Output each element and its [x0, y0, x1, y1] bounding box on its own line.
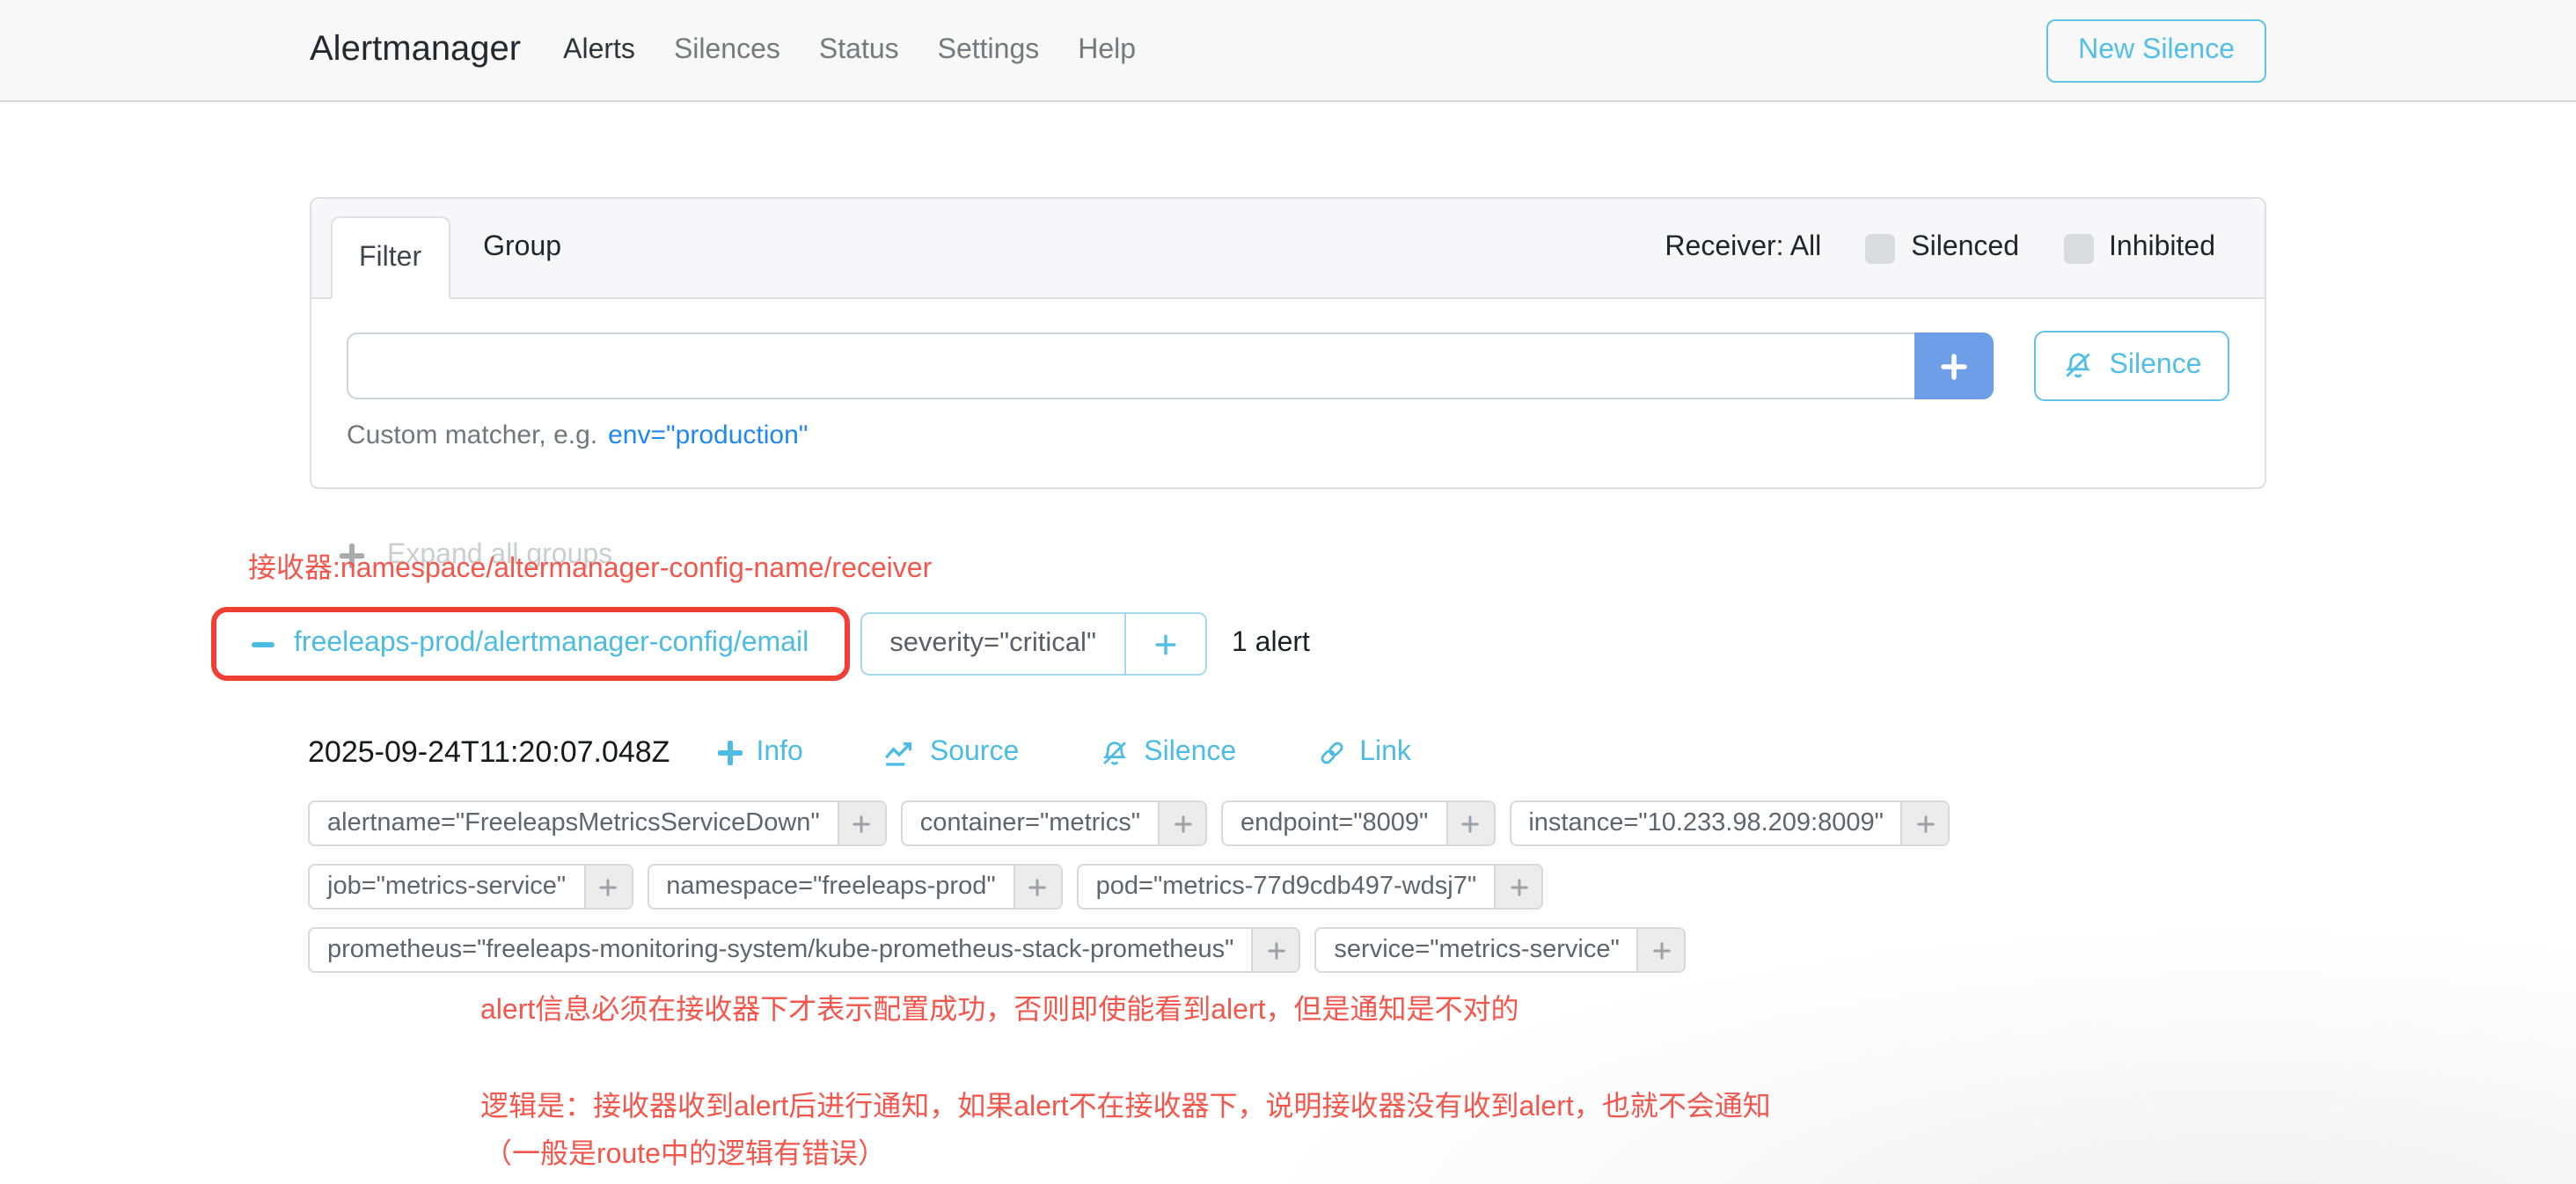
- helper-text: Custom matcher, e.g.: [347, 420, 597, 450]
- receiver-group-button[interactable]: freeleaps-prod/alertmanager-config/email: [222, 616, 838, 672]
- label-chip-plus-button[interactable]: [838, 802, 885, 844]
- label-chip-plus-button[interactable]: [583, 866, 631, 908]
- alert-silence-button[interactable]: Silence: [1100, 737, 1236, 769]
- navbar: Alertmanager Alerts Silences Status Sett…: [0, 0, 2576, 102]
- header-controls: Receiver: All Silenced Inhibited: [1665, 232, 2265, 264]
- label-chip: alertname="FreeleapsMetricsServiceDown": [308, 800, 887, 846]
- label-chip: container="metrics": [901, 800, 1207, 846]
- plus-icon: [717, 741, 742, 765]
- filter-card-header: Filter Group Receiver: All Silenced Inhi…: [311, 199, 2265, 299]
- label-chip-text[interactable]: container="metrics": [903, 802, 1158, 844]
- alert-header-row: 2025-09-24T11:20:07.048Z Info Source: [308, 735, 2576, 771]
- app-brand[interactable]: Alertmanager: [310, 30, 521, 70]
- alert-link-label: Link: [1359, 737, 1411, 769]
- collapse-minus-icon: [252, 641, 274, 647]
- silence-matcher-button[interactable]: Silence: [2034, 331, 2229, 401]
- label-chip-plus-button[interactable]: [1637, 929, 1685, 971]
- label-chip-text[interactable]: service="metrics-service": [1316, 929, 1636, 971]
- alert-info-label: Info: [756, 737, 802, 769]
- label-chip: prometheus="freeleaps-monitoring-system/…: [308, 927, 1300, 973]
- label-chip-plus-button[interactable]: [1445, 802, 1493, 844]
- matcher-input[interactable]: [347, 333, 1914, 399]
- navbar-inner: Alertmanager Alerts Silences Status Sett…: [310, 18, 2266, 82]
- alert-group-row: freeleaps-prod/alertmanager-config/email…: [211, 607, 2576, 681]
- label-chip: pod="metrics-77d9cdb497-wdsj7": [1077, 864, 1543, 910]
- label-chip-plus-button[interactable]: [1494, 866, 1541, 908]
- matcher-example-link[interactable]: env="production": [608, 420, 808, 450]
- silence-button-label: Silence: [2110, 350, 2202, 382]
- annotation-red-box: freeleaps-prod/alertmanager-config/email: [211, 607, 849, 681]
- bell-slash-icon: [2062, 350, 2094, 382]
- new-silence-button[interactable]: New Silence: [2046, 18, 2266, 82]
- alert-source-link[interactable]: Source: [884, 737, 1019, 769]
- silenced-label: Silenced: [1911, 232, 2019, 264]
- matcher-row: Silence: [347, 333, 2229, 401]
- label-chip-text[interactable]: job="metrics-service": [310, 866, 583, 908]
- alert-detail: 2025-09-24T11:20:07.048Z Info Source: [308, 735, 2576, 1172]
- matcher-input-group: [347, 333, 1994, 401]
- label-chip-text[interactable]: instance="10.233.98.209:8009": [1511, 802, 1901, 844]
- annotation-receiver-note: 接收器:namespace/altermanager-config-name/r…: [248, 544, 932, 586]
- link-chain-icon: [1317, 739, 1345, 767]
- label-chip-text[interactable]: alertname="FreeleapsMetricsServiceDown": [310, 802, 838, 844]
- label-chip-text[interactable]: pod="metrics-77d9cdb497-wdsj7": [1079, 866, 1494, 908]
- label-chip: service="metrics-service": [1314, 927, 1686, 973]
- label-chip: namespace="freeleaps-prod": [647, 864, 1062, 910]
- annotation-logic-note-2: （一般是route中的逻辑有错误）: [484, 1129, 2576, 1172]
- filter-card: Filter Group Receiver: All Silenced Inhi…: [310, 197, 2266, 489]
- alert-timestamp: 2025-09-24T11:20:07.048Z: [308, 735, 670, 771]
- label-chip-text[interactable]: prometheus="freeleaps-monitoring-system/…: [310, 929, 1251, 971]
- label-chip: job="metrics-service": [308, 864, 633, 910]
- annotation-logic-note: 逻辑是：接收器收到alert后进行通知，如果alert不在接收器下，说明接收器没…: [480, 1082, 2576, 1124]
- nav-item-settings[interactable]: Settings: [938, 34, 1040, 66]
- nav-item-silences[interactable]: Silences: [674, 34, 780, 66]
- tab-filter[interactable]: Filter: [331, 216, 450, 299]
- label-chip-plus-button[interactable]: [1014, 866, 1061, 908]
- receiver-filter-label[interactable]: Receiver: All: [1665, 232, 1821, 264]
- label-chip-text[interactable]: endpoint="8009": [1223, 802, 1445, 844]
- label-chip-text[interactable]: namespace="freeleaps-prod": [648, 866, 1013, 908]
- receiver-group-label: freeleaps-prod/alertmanager-config/email: [294, 628, 809, 660]
- label-chip-plus-button[interactable]: [1251, 929, 1299, 971]
- alert-source-label: Source: [930, 737, 1019, 769]
- group-matcher-plus-button[interactable]: [1124, 614, 1205, 674]
- annotation-alert-under-receiver: alert信息必须在接收器下才表示配置成功，否则即使能看到alert，但是通知是…: [480, 985, 2576, 1027]
- nav-item-help[interactable]: Help: [1078, 34, 1136, 66]
- nav-item-status[interactable]: Status: [819, 34, 899, 66]
- group-matcher-label[interactable]: severity="critical": [861, 614, 1124, 674]
- plus-icon: [1941, 353, 1967, 379]
- alert-labels: alertname="FreeleapsMetricsServiceDown" …: [308, 800, 2067, 973]
- alert-link-button[interactable]: Link: [1317, 737, 1411, 769]
- label-chip-plus-button[interactable]: [1901, 802, 1949, 844]
- label-chip: instance="10.233.98.209:8009": [1509, 800, 1950, 846]
- tab-group[interactable]: Group: [457, 232, 588, 264]
- alert-silence-label: Silence: [1144, 737, 1236, 769]
- filter-card-body: Silence Custom matcher, e.g. env="product…: [311, 299, 2265, 487]
- add-matcher-button[interactable]: [1914, 333, 1994, 399]
- inhibited-checkbox[interactable]: [2063, 233, 2093, 263]
- nav-item-alerts[interactable]: Alerts: [563, 34, 635, 66]
- group-matcher-chip: severity="critical": [860, 612, 1207, 676]
- bell-slash-icon: [1100, 738, 1130, 768]
- inhibited-label: Inhibited: [2109, 232, 2215, 264]
- silenced-checkbox[interactable]: [1865, 233, 1895, 263]
- label-chip-plus-button[interactable]: [1158, 802, 1205, 844]
- alertmanager-page: Alertmanager Alerts Silences Status Sett…: [0, 0, 2576, 1184]
- label-chip: endpoint="8009": [1221, 800, 1495, 846]
- chart-line-icon: [884, 739, 916, 767]
- matcher-helper: Custom matcher, e.g. env="production": [347, 420, 2229, 450]
- alert-info-button[interactable]: Info: [717, 737, 802, 769]
- alert-count: 1 alert: [1232, 628, 1310, 660]
